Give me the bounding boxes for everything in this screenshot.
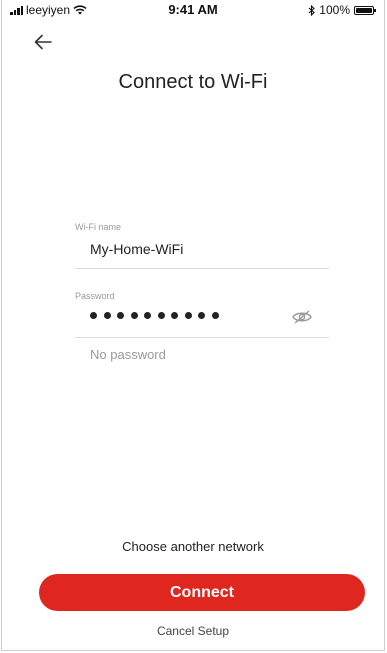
password-mask-dot: [130, 312, 138, 319]
password-divider: [75, 337, 329, 338]
cancel-setup-link[interactable]: Cancel Setup: [2, 624, 384, 638]
password-mask-dot: [211, 312, 219, 319]
bluetooth-icon: [308, 4, 316, 16]
page-title: Connect to Wi-Fi: [118, 71, 268, 93]
back-button[interactable]: [34, 34, 52, 55]
eye-slash-icon: [292, 310, 312, 324]
password-visibility-toggle[interactable]: [291, 309, 313, 330]
password-mask-dot: [157, 312, 165, 319]
battery-percent: 100%: [319, 3, 350, 17]
password-mask-dot: [103, 312, 111, 319]
app-screen: leeyiyen 9:41 AM 100% Connect to Wi-Fi W…: [1, 0, 385, 651]
password-mask-dot: [171, 312, 178, 319]
connect-button[interactable]: Connect: [39, 574, 365, 611]
status-right: 100%: [308, 3, 376, 17]
choose-another-network-link[interactable]: Choose another network: [2, 539, 384, 554]
password-mask-dot: [184, 312, 192, 319]
password-label: Password: [75, 291, 115, 301]
status-bar: leeyiyen 9:41 AM 100%: [2, 0, 384, 20]
password-input[interactable]: [90, 312, 219, 319]
no-password-link[interactable]: No password: [90, 347, 166, 362]
arrow-left-icon: [34, 34, 52, 50]
password-mask-dot: [198, 312, 205, 319]
password-mask-dot: [90, 312, 97, 319]
wifi-name-label: Wi-Fi name: [75, 222, 122, 232]
password-mask-dot: [144, 312, 151, 319]
battery-icon: [354, 5, 376, 15]
password-mask-dot: [117, 312, 124, 319]
wifi-name-divider: [75, 268, 329, 269]
wifi-name-input[interactable]: My-Home-WiFi: [90, 241, 183, 257]
